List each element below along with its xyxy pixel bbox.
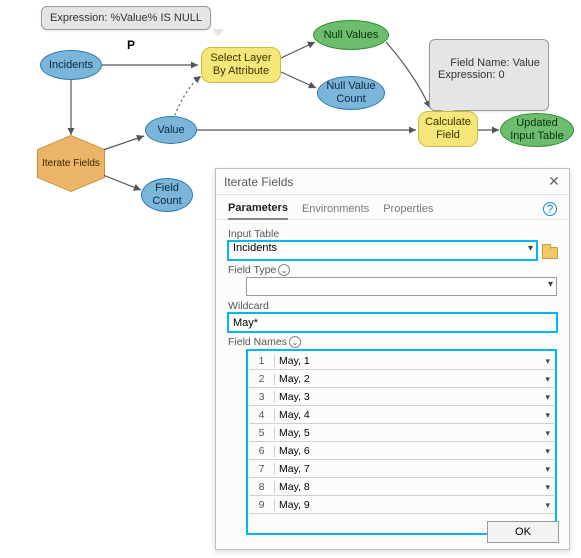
node-label: Null Values bbox=[324, 29, 379, 42]
tab-parameters[interactable]: Parameters bbox=[228, 198, 288, 220]
field-type-label: Field Type ⌄ bbox=[228, 264, 557, 276]
field-type-label-text: Field Type bbox=[228, 264, 276, 276]
node-label: Calculate Field bbox=[425, 116, 471, 141]
expression-callout-text: Expression: %Value% IS NULL bbox=[50, 12, 202, 24]
table-row[interactable]: 3May, 3 bbox=[249, 388, 554, 406]
table-row[interactable]: 4May, 4 bbox=[249, 406, 554, 424]
row-index: 1 bbox=[249, 355, 275, 367]
node-updated-input-table[interactable]: Updated Input Table bbox=[500, 113, 574, 147]
node-iterate-fields[interactable]: Iterate Fields bbox=[38, 136, 104, 191]
node-null-value-count[interactable]: Null Value Count bbox=[317, 76, 385, 110]
input-table-value: Incidents bbox=[233, 242, 277, 254]
dialog-body: Input Table Incidents Field Type ⌄ bbox=[216, 220, 569, 543]
dialog-title-text: Iterate Fields bbox=[224, 175, 293, 189]
expression-callout: Expression: %Value% IS NULL bbox=[41, 6, 211, 30]
row-index: 3 bbox=[249, 391, 275, 403]
row-index: 2 bbox=[249, 373, 275, 385]
wildcard-input[interactable] bbox=[228, 313, 557, 332]
node-label: Updated Input Table bbox=[510, 117, 564, 142]
node-label: Null Value Count bbox=[326, 80, 375, 105]
node-value[interactable]: Value bbox=[145, 116, 197, 144]
node-label: Select Layer By Attribute bbox=[210, 52, 271, 77]
table-row[interactable]: 2May, 2 bbox=[249, 370, 554, 388]
node-calculate-field[interactable]: Calculate Field bbox=[418, 111, 478, 147]
input-table-combo[interactable]: Incidents bbox=[228, 241, 537, 260]
node-label: Field Count bbox=[152, 182, 181, 207]
help-icon[interactable]: ? bbox=[543, 202, 557, 216]
table-row[interactable]: 9May, 9 bbox=[249, 496, 554, 514]
row-value[interactable]: May, 3 bbox=[275, 391, 554, 403]
row-value[interactable]: May, 4 bbox=[275, 409, 554, 421]
chevron-down-icon[interactable]: ⌄ bbox=[289, 336, 301, 348]
input-table-label: Input Table bbox=[228, 228, 557, 240]
row-index: 7 bbox=[249, 463, 275, 475]
row-index: 5 bbox=[249, 427, 275, 439]
table-row[interactable]: 1May, 1 bbox=[249, 352, 554, 370]
dialog-tabs: Parameters Environments Properties ? bbox=[216, 195, 569, 220]
parameter-p-label: P bbox=[127, 38, 135, 52]
node-null-values[interactable]: Null Values bbox=[313, 20, 389, 50]
table-row[interactable]: 8May, 8 bbox=[249, 478, 554, 496]
field-names-grid: 1May, 1 2May, 2 3May, 3 4May, 4 5May, 5 … bbox=[246, 349, 557, 535]
fieldname-callout: Field Name: Value Expression: 0 bbox=[429, 39, 549, 111]
table-row[interactable]: 5May, 5 bbox=[249, 424, 554, 442]
browse-folder-icon[interactable] bbox=[541, 243, 557, 259]
row-value[interactable]: May, 1 bbox=[275, 355, 554, 367]
tab-properties[interactable]: Properties bbox=[383, 199, 433, 219]
node-label: Incidents bbox=[49, 59, 93, 72]
close-icon[interactable]: ✕ bbox=[545, 172, 563, 190]
callout-tail bbox=[212, 29, 224, 37]
node-field-count[interactable]: Field Count bbox=[141, 178, 193, 212]
node-select-layer[interactable]: Select Layer By Attribute bbox=[201, 47, 281, 83]
row-value[interactable]: May, 5 bbox=[275, 427, 554, 439]
iterate-fields-dialog: Iterate Fields ✕ Parameters Environments… bbox=[215, 168, 570, 550]
node-label: Iterate Fields bbox=[42, 158, 100, 169]
row-index: 4 bbox=[249, 409, 275, 421]
row-value[interactable]: May, 6 bbox=[275, 445, 554, 457]
chevron-down-icon[interactable]: ⌄ bbox=[278, 264, 290, 276]
row-value[interactable]: May, 8 bbox=[275, 481, 554, 493]
node-incidents[interactable]: Incidents bbox=[40, 50, 102, 80]
tab-environments[interactable]: Environments bbox=[302, 199, 369, 219]
table-row[interactable]: 7May, 7 bbox=[249, 460, 554, 478]
field-type-combo[interactable] bbox=[246, 277, 557, 296]
ok-button[interactable]: OK bbox=[487, 521, 559, 543]
field-names-label-text: Field Names bbox=[228, 336, 287, 348]
fieldname-callout-text: Field Name: Value Expression: 0 bbox=[438, 57, 540, 81]
row-value[interactable]: May, 9 bbox=[275, 499, 554, 511]
row-index: 9 bbox=[249, 499, 275, 511]
row-index: 6 bbox=[249, 445, 275, 457]
node-label: Value bbox=[157, 124, 184, 137]
table-row[interactable]: 6May, 6 bbox=[249, 442, 554, 460]
wildcard-label: Wildcard bbox=[228, 300, 557, 312]
row-value[interactable]: May, 2 bbox=[275, 373, 554, 385]
dialog-title-bar: Iterate Fields ✕ bbox=[216, 169, 569, 195]
row-value[interactable]: May, 7 bbox=[275, 463, 554, 475]
row-index: 8 bbox=[249, 481, 275, 493]
field-names-label: Field Names ⌄ bbox=[228, 336, 557, 348]
